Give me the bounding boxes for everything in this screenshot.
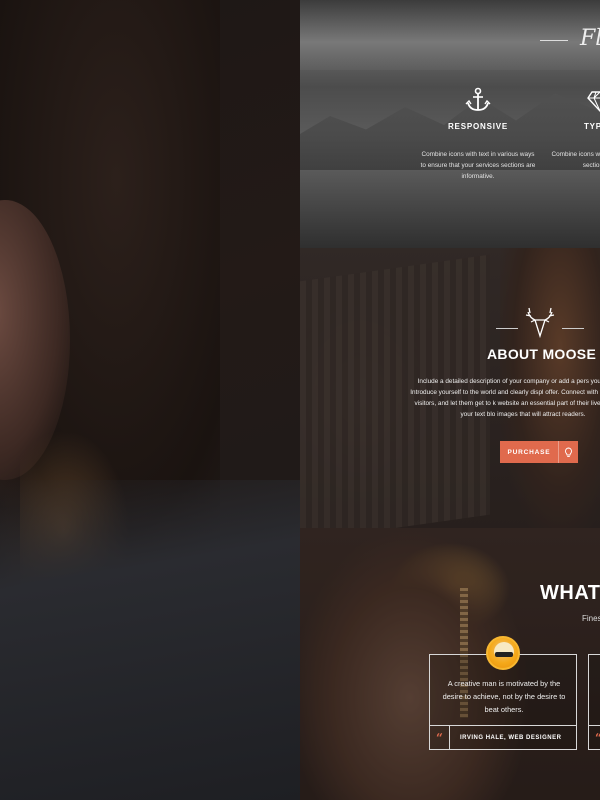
feature-description: Combine icons with text in various ways …	[420, 151, 536, 180]
testimonial-author: IRVING HALE, WEB DESIGNER	[460, 734, 562, 741]
feature-title: TYPOG	[583, 122, 600, 131]
features-heading: Fl	[580, 26, 600, 51]
testimonial-footer: “	[589, 725, 600, 749]
purchase-button[interactable]: PURCHASE	[500, 441, 578, 463]
testimonials-subtitle: Fines	[582, 614, 600, 623]
about-title: ABOUT MOOSE	[487, 346, 597, 362]
testimonial-quote: A creative man is motivated by the desir…	[442, 679, 566, 714]
feature-responsive: RESPONSIVE Combine icons with text in va…	[418, 86, 538, 182]
about-section: ABOUT MOOSE Include a detailed descripti…	[300, 248, 600, 528]
feature-typography: TYPOG Combine icons w ways to ensure t s…	[540, 86, 600, 171]
about-description: Include a detailed description of your c…	[410, 378, 600, 418]
lightbulb-icon	[558, 441, 578, 463]
photo-jacket	[0, 480, 300, 800]
deer-divider-right	[562, 328, 584, 329]
hero-photo	[0, 0, 300, 800]
feature-title: RESPONSIVE	[447, 122, 508, 131]
quote-icon: “	[589, 726, 600, 750]
avatar	[486, 636, 520, 670]
deer-icon	[525, 307, 555, 339]
deer-divider-left	[496, 328, 518, 329]
heading-divider	[540, 40, 568, 41]
feature-description: Combine icons w ways to ensure t section…	[551, 151, 600, 169]
features-section: Fl RESPONSIVE Combine icons with text in…	[300, 0, 600, 248]
testimonial-card: “	[588, 654, 600, 750]
testimonials-title: WHAT	[540, 582, 600, 604]
features-bg-clouds	[300, 0, 600, 70]
testimonial-footer: “ IRVING HALE, WEB DESIGNER	[430, 725, 576, 750]
purchase-button-label: PURCHASE	[507, 448, 551, 456]
diamond-icon	[587, 91, 600, 113]
testimonials-section: WHAT Fines A creative man is motivated b…	[300, 528, 600, 800]
anchor-icon	[465, 87, 491, 111]
quote-icon: “	[430, 725, 450, 750]
